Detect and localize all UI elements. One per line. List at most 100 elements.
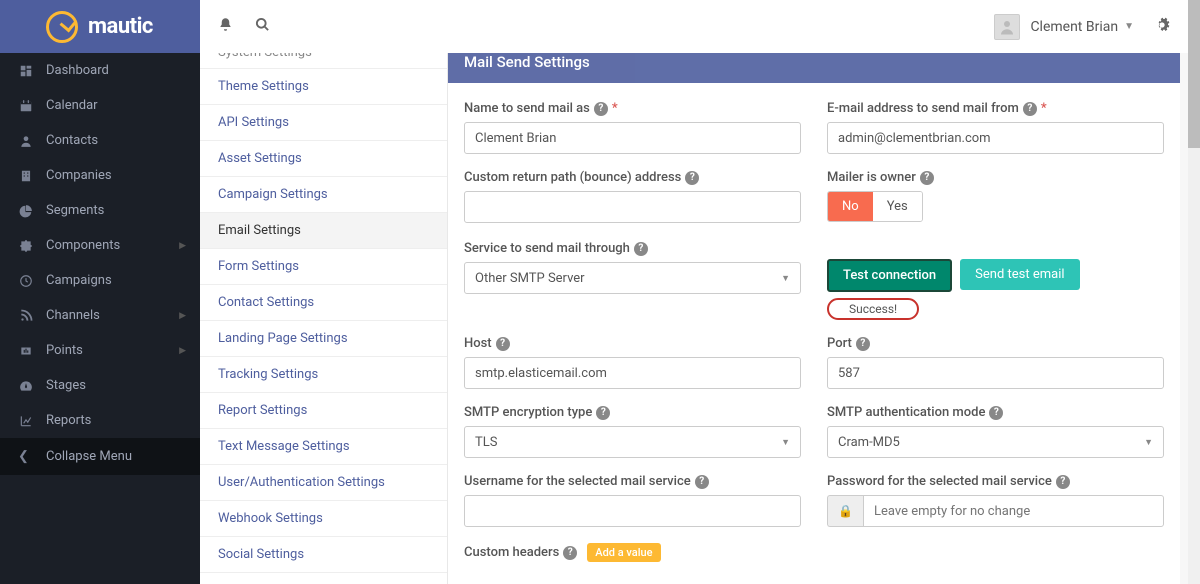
settings-item-landing-page-settings[interactable]: Landing Page Settings [200,321,447,357]
sidebar-item-segments[interactable]: Segments [0,193,200,228]
return-path-input[interactable] [464,191,801,223]
avatar-icon [994,14,1020,40]
help-icon[interactable]: ? [634,242,648,256]
toggle-yes[interactable]: Yes [873,192,922,221]
encryption-select[interactable]: TLS▼ [464,426,801,458]
top-bar: Clement Brian ▼ [200,0,1188,53]
sidebar-item-components[interactable]: Components▶ [0,228,200,263]
sidebar-item-channels[interactable]: Channels ▶ [0,298,200,333]
sidebar-item-label: Channels [46,308,100,323]
sidebar-item-points[interactable]: Points ▶ [0,333,200,368]
return-path-label: Custom return path (bounce) address? [464,170,801,185]
sidebar-item-label: Dashboard [46,63,109,78]
sidebar-item-stages[interactable]: Stages [0,368,200,403]
chevron-left-icon: ❮ [18,449,34,464]
port-input[interactable] [827,357,1164,389]
custom-headers-label: Custom headers? Add a value [464,543,801,562]
name-label: Name to send mail as?* [464,101,801,116]
main-sidebar: Dashboard Calendar Contacts Companies Segmen… [0,53,200,584]
settings-item-asset-settings[interactable]: Asset Settings [200,141,447,177]
settings-item-report-settings[interactable]: Report Settings [200,393,447,429]
username-label: Username for the selected mail service? [464,474,801,489]
name-input[interactable] [464,122,801,154]
chevron-right-icon: ▶ [179,311,186,321]
search-icon[interactable] [255,17,270,36]
chevron-down-icon: ▼ [1144,437,1153,448]
service-select[interactable]: Other SMTP Server▼ [464,262,801,294]
host-input[interactable] [464,357,801,389]
help-icon[interactable]: ? [695,475,709,489]
sidebar-item-label: Contacts [46,133,98,148]
settings-item-system-settings[interactable]: System Settings [200,53,447,69]
auth-select[interactable]: Cram-MD5▼ [827,426,1164,458]
toggle-no[interactable]: No [828,192,873,221]
sidebar-item-label: Stages [46,378,86,393]
sidebar-item-label: Segments [46,203,104,218]
logo-icon [46,11,78,43]
settings-item-user-authentication-settings[interactable]: User/Authentication Settings [200,465,447,501]
password-input[interactable] [863,495,1164,527]
user-icon [18,134,34,148]
pie-icon [18,204,34,218]
help-icon[interactable]: ? [496,337,510,351]
collapse-label: Collapse Menu [46,449,132,464]
email-input[interactable] [827,122,1164,154]
tach-icon [18,379,34,393]
sidebar-item-reports[interactable]: Reports [0,403,200,438]
help-icon[interactable]: ? [920,171,934,185]
settings-item-theme-settings[interactable]: Theme Settings [200,69,447,105]
sidebar-item-label: Calendar [46,98,98,113]
help-icon[interactable]: ? [1056,475,1070,489]
test-connection-button[interactable]: Test connection [827,259,952,292]
settings-item-email-settings[interactable]: Email Settings [200,213,447,249]
main-content: Mail Send Settings Name to send mail as?… [448,53,1180,584]
help-icon[interactable]: ? [856,337,870,351]
dashboard-icon [18,64,34,78]
mailer-owner-toggle[interactable]: No Yes [827,191,923,222]
chevron-down-icon: ▼ [781,437,790,448]
username-input[interactable] [464,495,801,527]
auth-label: SMTP authentication mode? [827,405,1164,420]
email-label: E-mail address to send mail from?* [827,101,1164,116]
rss-icon [18,309,34,323]
scrollbar-thumb[interactable] [1188,0,1200,148]
gear-icon[interactable] [1154,17,1170,37]
sidebar-item-campaigns[interactable]: Campaigns [0,263,200,298]
service-label: Service to send mail through? [464,241,801,256]
sidebar-item-dashboard[interactable]: Dashboard [0,53,200,88]
settings-item-social-settings[interactable]: Social Settings [200,537,447,573]
sidebar-item-companies[interactable]: Companies [0,158,200,193]
chevron-down-icon: ▼ [781,273,790,284]
brand-bar: mautic [0,0,200,53]
help-icon[interactable]: ? [563,546,577,560]
add-value-button[interactable]: Add a value [587,543,660,562]
mailer-owner-label: Mailer is owner? [827,170,1164,185]
sidebar-item-contacts[interactable]: Contacts [0,123,200,158]
help-icon[interactable]: ? [596,406,610,420]
settings-item-api-settings[interactable]: API Settings [200,105,447,141]
send-test-email-button[interactable]: Send test email [960,259,1079,290]
help-icon[interactable]: ? [989,406,1003,420]
settings-item-contact-settings[interactable]: Contact Settings [200,285,447,321]
settings-item-text-message-settings[interactable]: Text Message Settings [200,429,447,465]
sidebar-item-label: Campaigns [46,273,112,288]
help-icon[interactable]: ? [1023,102,1037,116]
settings-item-campaign-settings[interactable]: Campaign Settings [200,177,447,213]
chart-icon [18,414,34,428]
chevron-right-icon: ▶ [179,346,186,356]
sidebar-item-label: Points [46,343,83,358]
encryption-label: SMTP encryption type? [464,405,801,420]
sidebar-item-label: Components [46,238,120,253]
sidebar-item-calendar[interactable]: Calendar [0,88,200,123]
settings-item-webhook-settings[interactable]: Webhook Settings [200,501,447,537]
collapse-menu[interactable]: ❮ Collapse Menu [0,438,200,475]
user-menu[interactable]: Clement Brian ▼ [994,14,1134,40]
notifications-icon[interactable] [218,17,233,36]
calendar-icon [18,99,34,113]
chevron-down-icon: ▼ [1124,21,1134,32]
help-icon[interactable]: ? [685,171,699,185]
settings-item-form-settings[interactable]: Form Settings [200,249,447,285]
help-icon[interactable]: ? [594,102,608,116]
settings-item-tracking-settings[interactable]: Tracking Settings [200,357,447,393]
brand-name: mautic [88,14,153,39]
